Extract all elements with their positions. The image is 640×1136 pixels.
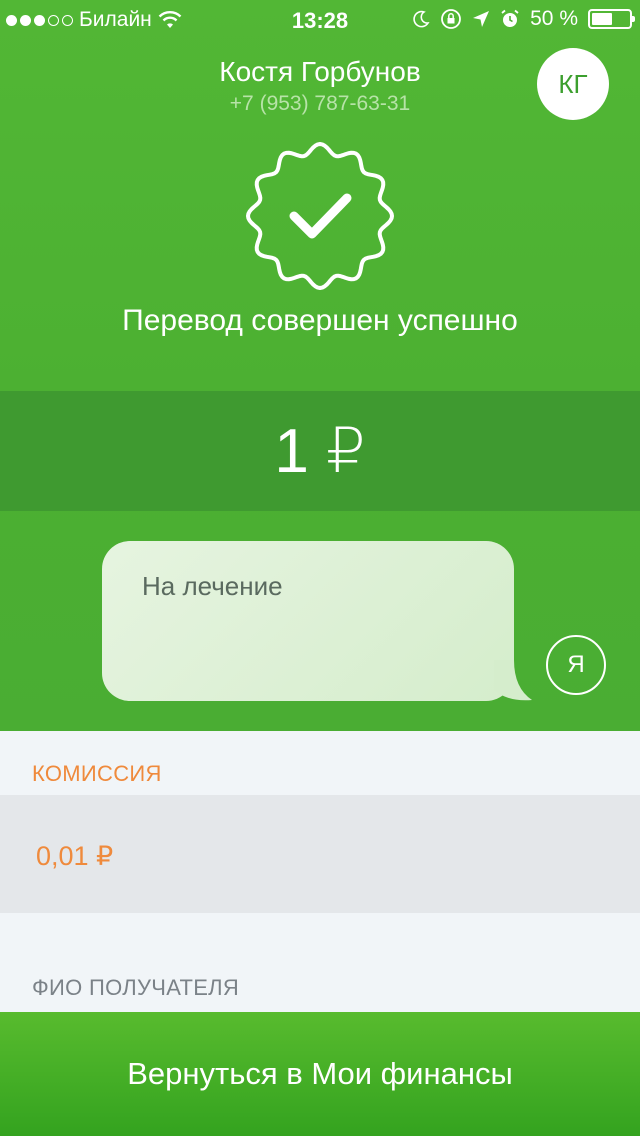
- battery-percent: 50 %: [530, 7, 578, 30]
- status-bar: Билайн 13:28 50 %: [0, 0, 640, 40]
- recipient-avatar[interactable]: КГ: [537, 48, 609, 120]
- commission-label: КОМИССИЯ: [32, 761, 162, 786]
- checkmark-icon: [289, 193, 352, 239]
- location-icon: [473, 11, 490, 27]
- recipient-header: ФИО ПОЛУЧАТЕЛЯ: [0, 913, 640, 1012]
- commission-value: 0,01 ₽: [36, 841, 114, 871]
- success-message: Перевод совершен успешно: [122, 304, 518, 337]
- status-bar-right: 50 %: [412, 7, 635, 31]
- return-to-finances-button[interactable]: Вернуться в Мои финансы: [0, 1012, 640, 1136]
- sender-avatar: Я: [546, 635, 606, 695]
- commission-header: КОМИССИЯ: [0, 731, 640, 795]
- bubble-tail: [494, 660, 532, 701]
- moon-icon: [413, 10, 430, 28]
- comment-text: На лечение: [142, 571, 283, 601]
- orientation-lock-icon: [441, 9, 462, 29]
- alarm-icon: [501, 9, 519, 27]
- battery-icon: [588, 9, 635, 29]
- comment-bubble: [102, 541, 514, 701]
- recipient-fio-label: ФИО ПОЛУЧАТЕЛЯ: [32, 975, 240, 1000]
- success-badge-icon: [246, 142, 394, 290]
- transfer-amount: 1 ₽: [274, 417, 366, 486]
